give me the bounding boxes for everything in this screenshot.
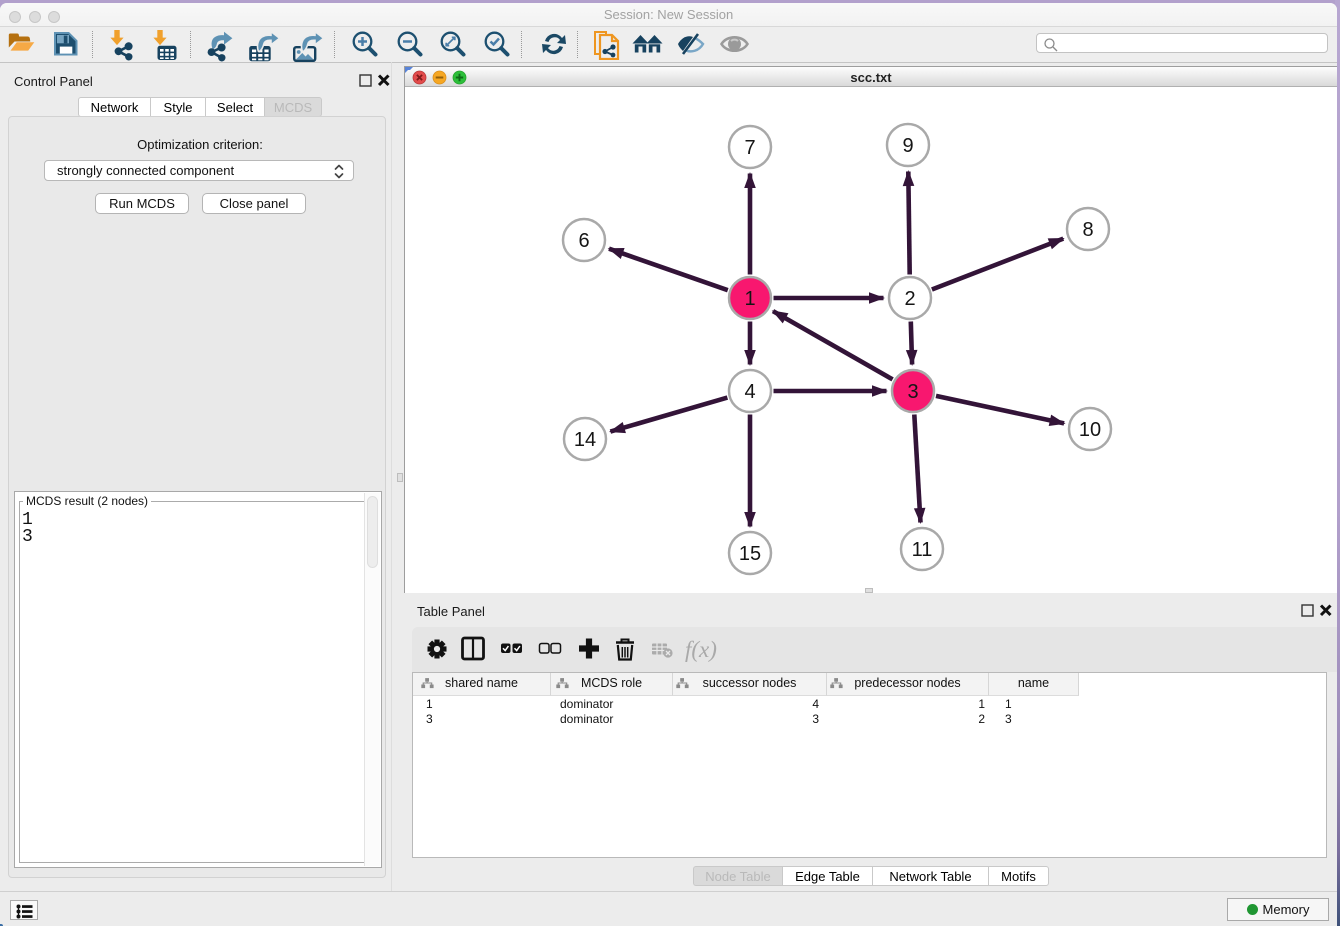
svg-text:4: 4 — [744, 381, 755, 403]
svg-text:14: 14 — [574, 429, 596, 451]
svg-text:2: 2 — [904, 288, 915, 310]
svg-text:11: 11 — [912, 539, 933, 561]
svg-text:15: 15 — [739, 543, 761, 565]
svg-text:1: 1 — [744, 288, 755, 310]
svg-text:9: 9 — [902, 135, 913, 157]
svg-text:7: 7 — [744, 137, 755, 159]
svg-text:10: 10 — [1079, 419, 1101, 441]
svg-text:f(x): f(x) — [685, 637, 717, 662]
svg-text:8: 8 — [1082, 219, 1093, 241]
svg-text:6: 6 — [578, 230, 589, 252]
svg-text:3: 3 — [907, 381, 918, 403]
